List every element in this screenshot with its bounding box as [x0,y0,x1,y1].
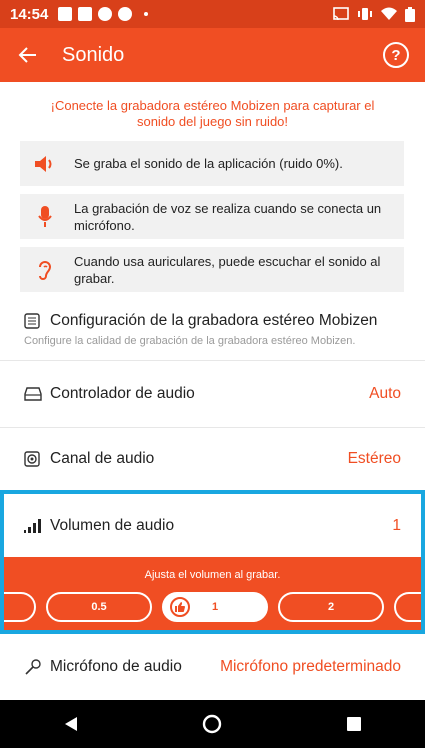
info-item-headphones: Cuando usa auriculares, puede escuchar e… [20,247,404,292]
notification-dot-icon [144,12,149,16]
volume-option-1[interactable]: 1 [162,592,268,622]
wifi-icon [381,7,397,20]
mobizen-record-icon [118,7,133,21]
audio-volume-setting[interactable]: Volumen de audio 1 [0,494,425,557]
audio-microphone-setting[interactable]: Micrófono de audio Micrófono predetermin… [0,636,425,698]
triangle-back-icon [64,717,77,731]
settings-list-icon [24,313,40,329]
audio-channel-value: Estéreo [347,450,401,467]
stereo-recorder-notice: ¡Conecte la grabadora estéreo Mobizen pa… [50,98,375,129]
volume-option-partial-left[interactable] [4,592,36,622]
audio-microphone-label: Micrófono de audio [50,658,182,675]
status-time: 14:54 [10,5,49,23]
ear-icon [39,260,52,280]
microphone-icon [38,205,52,227]
stereo-config-title: Configuración de la grabadora estéreo Mo… [50,312,378,329]
gallery-icon [78,7,93,21]
audio-driver-label: Controlador de audio [50,385,195,402]
cast-icon [333,7,349,21]
volume-selector-panel: Ajusta el volumen al grabar. 0.5 1 2 [4,557,421,630]
microphone-outline-icon [25,659,41,675]
vibrate-icon [358,8,372,20]
audio-driver-setting[interactable]: Controlador de audio Auto [0,361,425,427]
calendar-icon [58,7,73,21]
status-bar: 14:54 [0,0,425,28]
audio-channel-label: Canal de audio [50,450,155,467]
volume-option-0-5[interactable]: 0.5 [46,592,152,622]
audio-driver-value: Auto [369,385,401,402]
audio-microphone-value: Micrófono predeterminado [220,658,401,675]
speaker-box-icon [24,451,40,467]
info-item-app-sound: Se graba el sonido de la aplicación (rui… [20,141,404,186]
volume-option-partial-right[interactable] [394,592,421,622]
help-button[interactable]: ? [383,42,409,68]
audio-volume-label: Volumen de audio [50,516,175,534]
circle-home-icon [203,714,222,734]
volume-hint: Ajusta el volumen al grabar. [144,569,281,581]
square-recents-icon [347,717,362,731]
signal-bars-icon [24,518,41,533]
back-arrow-icon[interactable] [16,43,40,67]
audio-channel-setting[interactable]: Canal de audio Estéreo [0,428,425,490]
mobizen-icon [98,7,113,21]
info-item-voice: La grabación de voz se realiza cuando se… [20,194,404,239]
speaker-icon [35,155,52,172]
stereo-recorder-config[interactable]: Configuración de la grabadora estéreo Mo… [0,310,425,332]
stereo-config-subtitle: Configure la calidad de grabación de la … [24,335,356,347]
nav-home-button[interactable] [192,704,232,744]
info-item-text: La grabación de voz se realiza cuando se… [74,200,382,233]
volume-option-label: 1 [211,601,219,613]
nav-recents-button[interactable] [334,704,374,744]
audio-volume-value: 1 [392,516,401,534]
app-bar: Sonido ? [0,28,425,82]
thumbs-up-icon [170,597,190,617]
battery-icon [405,6,415,22]
nav-back-button[interactable] [51,704,91,744]
page-title: Sonido [62,43,125,66]
system-nav-bar [0,700,425,748]
drive-icon [24,387,42,401]
info-item-text: Se graba el sonido de la aplicación (rui… [74,156,343,171]
info-item-text: Cuando usa auriculares, puede escuchar e… [74,253,381,286]
volume-option-2[interactable]: 2 [278,592,384,622]
